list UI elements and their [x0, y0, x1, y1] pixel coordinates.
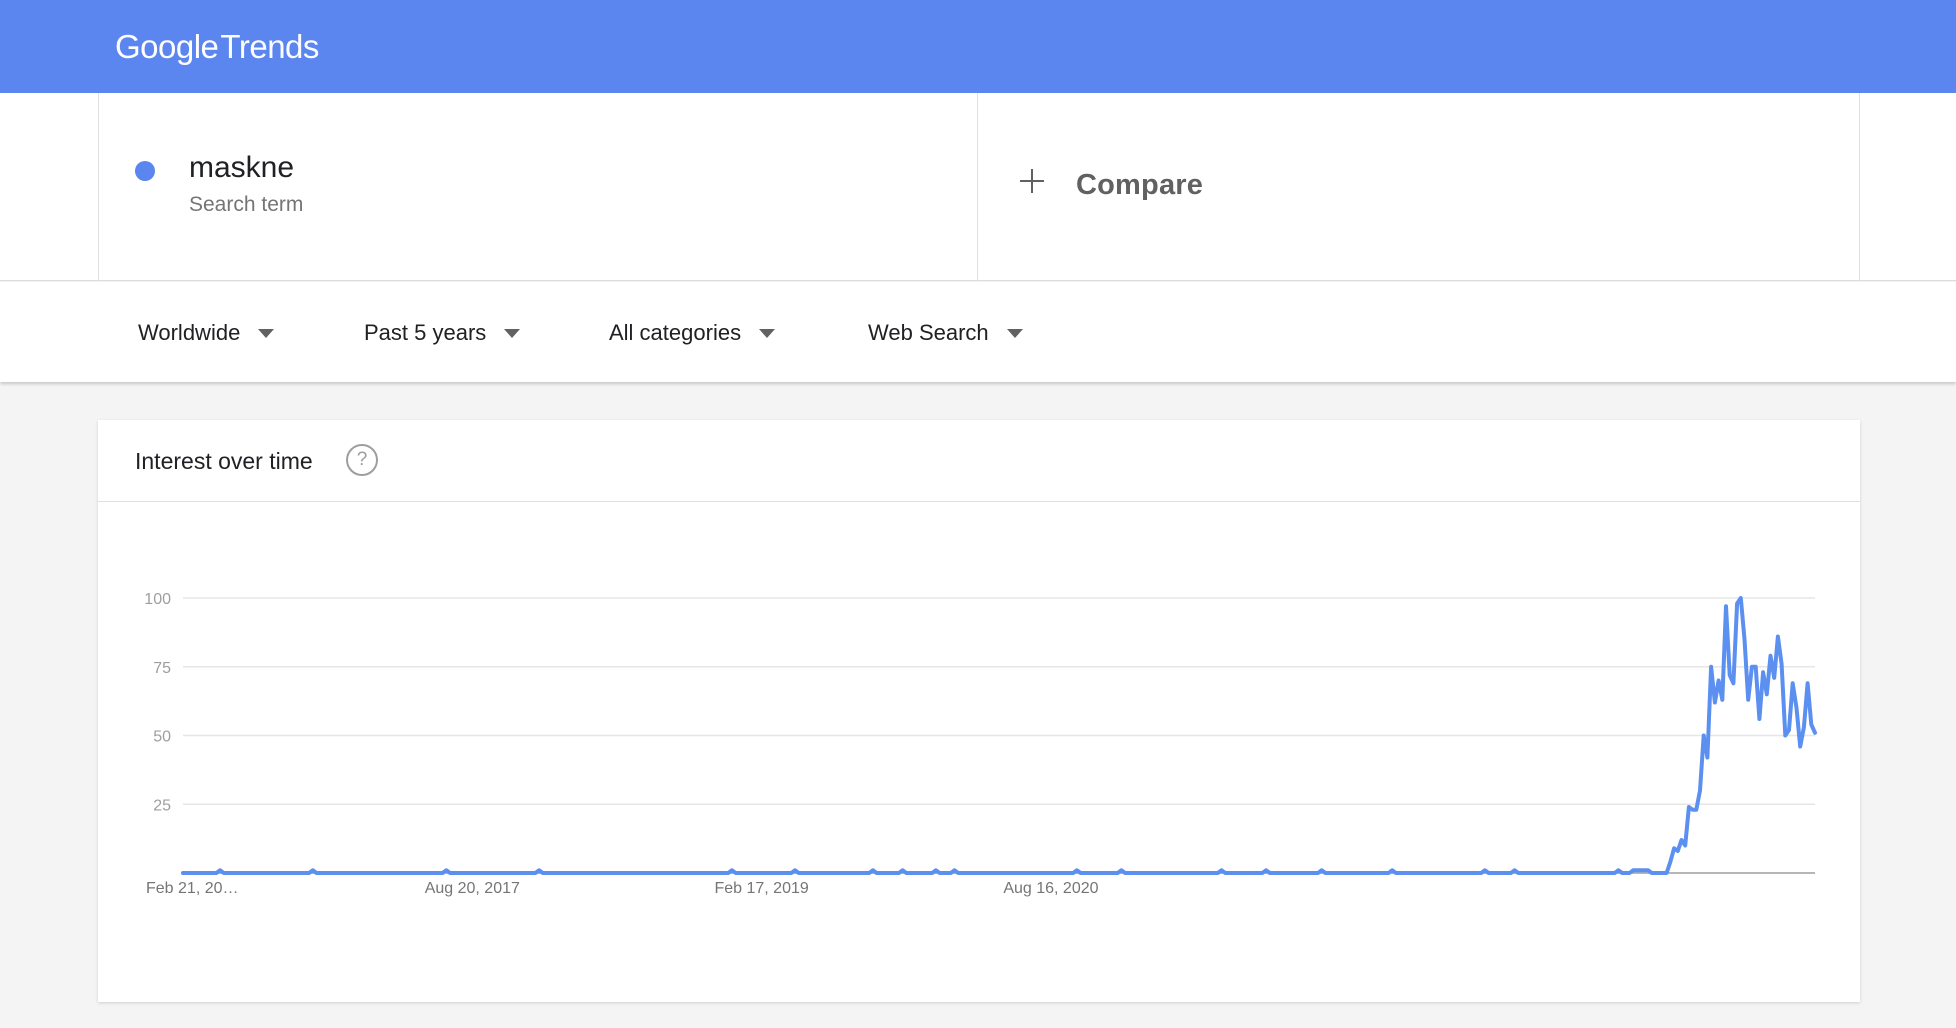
- card-title: Interest over time: [135, 448, 313, 474]
- logo-trends-text: Trends: [220, 28, 319, 65]
- search-term-name: maskne: [189, 151, 295, 184]
- search-type-label: Web Search: [868, 320, 989, 345]
- filter-bar: Worldwide Past 5 years All categories We…: [0, 282, 1956, 382]
- explore-bar: maskne Search term Compare: [0, 93, 1956, 281]
- interest-over-time-chart[interactable]: 25 50 75 100 Feb 21, 20… Aug 20, 2017 Feb 17, …: [98, 420, 1860, 1002]
- interest-over-time-card: 25 50 75 100 Feb 21, 20… Aug 20, 2017 Feb 17, …: [98, 420, 1860, 1002]
- search-term-type: Search term: [189, 193, 304, 216]
- dropdown-arrow-icon: [504, 328, 521, 338]
- logo-google-text: Google: [115, 28, 219, 65]
- x-tick-label: Aug 16, 2020: [1003, 880, 1098, 897]
- google-trends-app: GoogleTrends maskne Search term Compare …: [0, 0, 1956, 1028]
- compare-label: Compare: [1076, 169, 1204, 201]
- google-trends-logo[interactable]: GoogleTrends: [115, 28, 319, 66]
- y-tick-label: 100: [144, 591, 171, 608]
- compare-button[interactable]: Compare: [978, 93, 1860, 281]
- category-dropdown[interactable]: All categories: [609, 320, 776, 346]
- top-bar: GoogleTrends: [0, 0, 1956, 93]
- time-range-label: Past 5 years: [364, 320, 487, 345]
- search-term-card[interactable]: maskne Search term: [98, 93, 978, 281]
- x-tick-label: Aug 20, 2017: [425, 880, 520, 897]
- dropdown-arrow-icon: [759, 328, 776, 338]
- series-color-dot-icon: [135, 161, 155, 181]
- dropdown-arrow-icon: [258, 328, 275, 338]
- category-label: All categories: [609, 320, 742, 345]
- y-tick-label: 75: [153, 660, 171, 677]
- x-tick-label: Feb 17, 2019: [714, 880, 808, 897]
- y-tick-label: 25: [153, 797, 171, 814]
- search-type-dropdown[interactable]: Web Search: [868, 320, 1023, 346]
- plus-icon: [1020, 169, 1044, 193]
- region-filter-label: Worldwide: [138, 320, 241, 345]
- region-filter-dropdown[interactable]: Worldwide: [138, 320, 275, 346]
- time-range-dropdown[interactable]: Past 5 years: [364, 320, 521, 346]
- dropdown-arrow-icon: [1006, 328, 1023, 338]
- help-circle-icon[interactable]: ?: [346, 444, 378, 476]
- card-header: Interest over time ?: [98, 420, 1860, 502]
- y-tick-label: 50: [153, 729, 171, 746]
- x-tick-label: Feb 21, 20…: [146, 880, 239, 897]
